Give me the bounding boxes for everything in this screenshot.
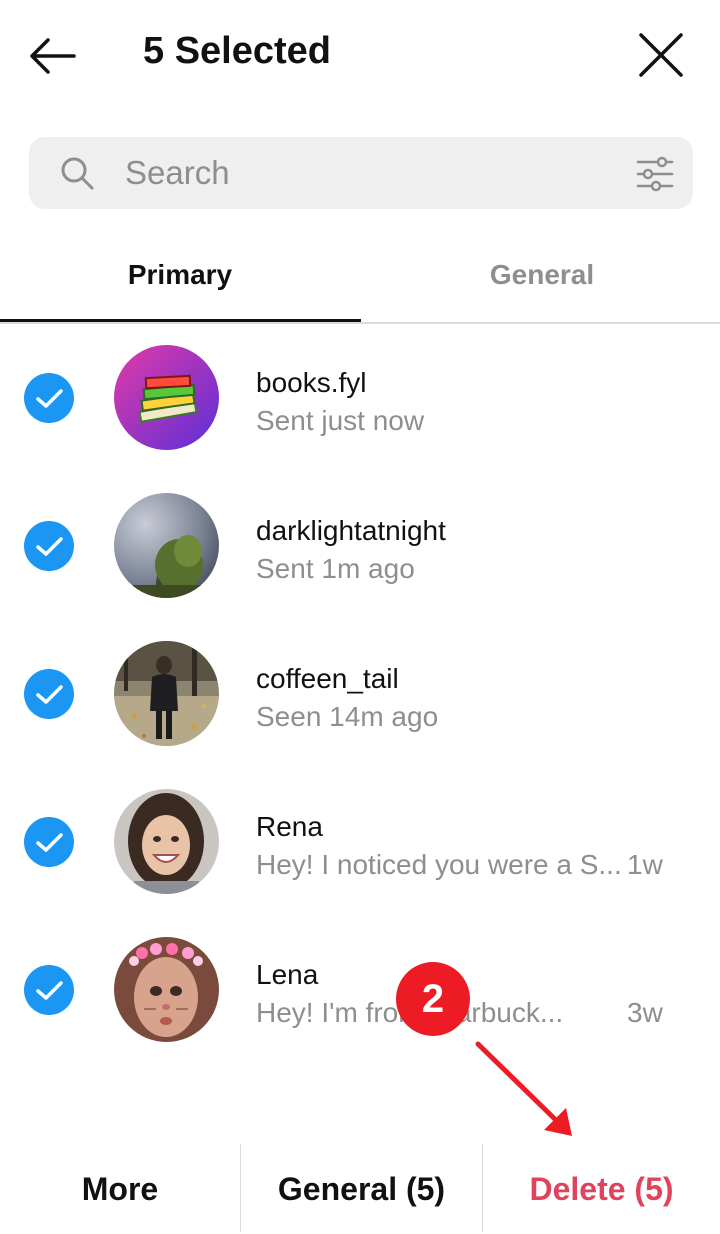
avatar [114,641,219,746]
selected-check[interactable] [24,817,74,867]
selected-check[interactable] [24,373,74,423]
conversation-time: 3w [627,997,663,1028]
move-to-general-button[interactable]: General (5) [241,1144,482,1232]
sky-tree-avatar-image [114,493,219,598]
header: 5 Selected [0,0,720,106]
conversation-name: Lena [256,959,319,990]
checkmark-icon [36,537,63,556]
conversation-row[interactable]: darklightatnight Sent 1m ago [0,471,720,619]
tabs: Primary General [0,240,720,324]
search-icon [61,157,94,190]
conversation-row[interactable]: books.fyl Sent just now [0,323,720,471]
conversation-row[interactable]: coffeen_tail Seen 14m ago [0,619,720,767]
avatar [114,345,219,450]
conversation-name: books.fyl [256,367,367,398]
tab-general[interactable]: General [362,240,720,320]
avatar [114,937,219,1042]
conversation-name: Rena [256,811,323,842]
tab-primary[interactable]: Primary [0,240,361,322]
woman-smiling-avatar-image [114,789,219,894]
selected-check[interactable] [24,521,74,571]
back-button[interactable] [24,28,80,84]
checkmark-icon [36,389,63,408]
conversation-name: coffeen_tail [256,663,399,694]
page-title: 5 Selected [143,30,331,72]
conversation-preview: Seen 14m ago [256,701,439,732]
step-annotation-badge: 2 [396,962,470,1036]
delete-button[interactable]: Delete (5) [483,1144,720,1232]
avatar [114,789,219,894]
search-input[interactable] [125,149,605,197]
conversation-name: darklightatnight [256,515,446,546]
girl-filter-avatar-image [114,937,219,1042]
conversation-row[interactable]: Lena Hey! I'm from Starbuck... 3w [0,915,720,1063]
person-autumn-avatar-image [114,641,219,746]
bottom-action-bar: More General (5) Delete (5) [0,1144,720,1232]
checkmark-icon [36,981,63,1000]
arrow-left-icon [30,38,76,74]
checkmark-icon [36,685,63,704]
close-icon [639,33,683,77]
conversation-preview: Sent 1m ago [256,553,415,584]
annotation-arrow-icon [475,1041,572,1136]
conversation-preview: Hey! I noticed you were a S... [256,849,622,880]
search-bar [29,137,693,209]
conversation-row[interactable]: Rena Hey! I noticed you were a S... 1w [0,767,720,915]
conversation-time: 1w [627,849,663,880]
more-button[interactable]: More [0,1144,240,1232]
filter-icon[interactable] [635,154,675,194]
close-button[interactable] [632,26,690,84]
selected-check[interactable] [24,669,74,719]
books-avatar-image [114,345,219,450]
selected-check[interactable] [24,965,74,1015]
checkmark-icon [36,833,63,852]
conversation-preview: Sent just now [256,405,425,436]
avatar [114,493,219,598]
